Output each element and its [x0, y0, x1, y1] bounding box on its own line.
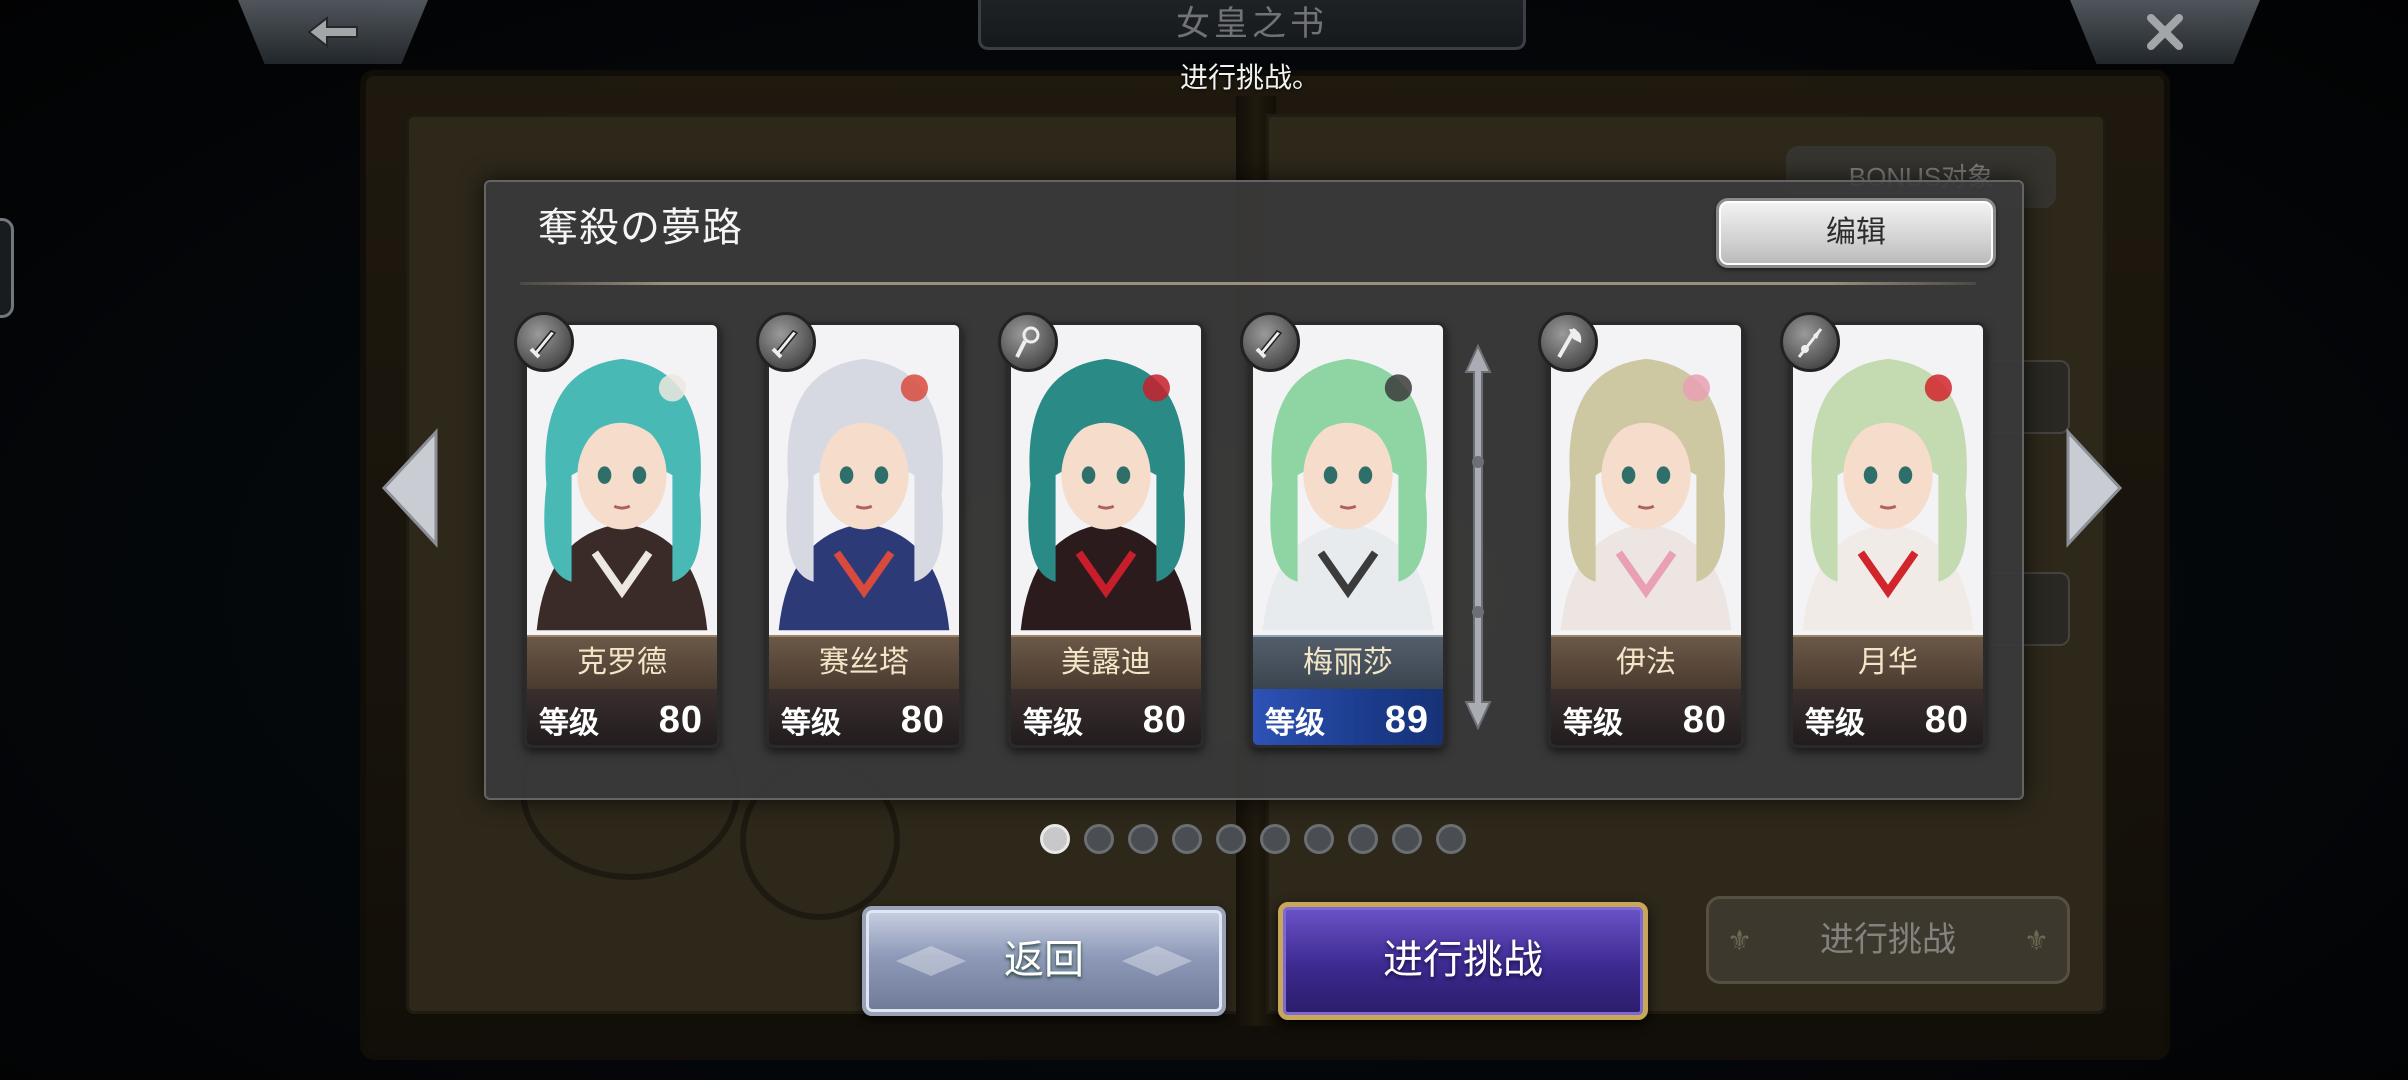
page-indicator: [1040, 824, 1466, 854]
character-level-bar: 等级 80: [527, 689, 717, 745]
page-dot[interactable]: [1304, 824, 1334, 854]
character-portrait: [1011, 325, 1201, 635]
spear-icon: [1797, 328, 1823, 358]
page-dot[interactable]: [1436, 824, 1466, 854]
page-dot[interactable]: [1172, 824, 1202, 854]
party-member-card[interactable]: 梅丽莎等级 89: [1250, 322, 1446, 748]
back-arrow-icon: [307, 15, 358, 49]
background-challenge-button: ⚜ 进行挑战 ⚜: [1706, 896, 2070, 984]
return-button-label: 返回: [1004, 938, 1084, 982]
character-portrait: [1253, 325, 1443, 635]
class-badge: [1240, 312, 1300, 372]
close-icon: [2147, 14, 2183, 50]
hint-text: 进行挑战。: [1179, 62, 1320, 93]
start-challenge-label: 进行挑战: [1383, 938, 1543, 982]
character-name: 克罗德: [527, 635, 717, 689]
party-member-card[interactable]: 赛丝塔等级 80: [766, 322, 962, 748]
book-title: 女皇之书: [978, 0, 1526, 50]
page-dot[interactable]: [1084, 824, 1114, 854]
sword-icon: [771, 330, 799, 359]
edit-button[interactable]: 编辑: [1716, 198, 1996, 268]
level-value: 89: [1384, 698, 1429, 741]
level-label: 等级: [1265, 707, 1325, 740]
character-level-bar: 等级 89: [1253, 689, 1443, 745]
party-panel: 奪殺の夢路 编辑 克罗德 等级 80 赛丝塔 等级 80 美露迪 等级 80 梅丽莎 等级 89 伊法等…: [484, 180, 2024, 800]
level-label: 等级: [1563, 707, 1623, 740]
class-badge: [756, 312, 816, 372]
character-name: 美露迪: [1011, 635, 1201, 689]
character-portrait-art: [1793, 329, 1983, 631]
page-dot[interactable]: [1348, 824, 1378, 854]
swap-divider-icon: [1464, 343, 1492, 731]
close-button[interactable]: [2070, 0, 2260, 64]
character-level-bar: 等级 80: [769, 689, 959, 745]
character-portrait-art: [769, 329, 959, 631]
axe-icon: [1557, 328, 1582, 358]
character-portrait: [1793, 325, 1983, 635]
ornament-icon: [1122, 946, 1192, 976]
party-title: 奪殺の夢路: [538, 206, 743, 250]
level-label: 等级: [781, 707, 841, 740]
previous-party-arrow-icon[interactable]: [378, 428, 442, 548]
ornament-icon: ⚜: [1727, 925, 1753, 956]
level-label: 等级: [539, 707, 599, 740]
character-portrait: [527, 325, 717, 635]
character-name: 赛丝塔: [769, 635, 959, 689]
party-member-card[interactable]: 美露迪等级 80: [1008, 322, 1204, 748]
class-badge: [514, 312, 574, 372]
page-dot[interactable]: [1216, 824, 1246, 854]
party-member-card[interactable]: 伊法等级 80: [1548, 322, 1744, 748]
character-level-bar: 等级 80: [1551, 689, 1741, 745]
level-value: 80: [658, 698, 703, 741]
ornament-icon: ⚜: [2023, 925, 2049, 956]
side-menu-tab[interactable]: [0, 218, 14, 318]
page-dot[interactable]: [1040, 824, 1070, 854]
party-member-card[interactable]: 克罗德等级 80: [524, 322, 720, 748]
level-label: 等级: [1023, 707, 1083, 740]
character-level-bar: 等级 80: [1011, 689, 1201, 745]
background-challenge-label: 进行挑战: [1820, 921, 1956, 959]
character-name: 梅丽莎: [1253, 635, 1443, 689]
class-badge: [1780, 312, 1840, 372]
level-label: 等级: [1805, 707, 1865, 740]
level-value: 80: [1682, 698, 1727, 741]
character-portrait-art: [1253, 329, 1443, 631]
character-portrait-art: [1011, 329, 1201, 631]
page-dot[interactable]: [1392, 824, 1422, 854]
character-portrait-art: [527, 329, 717, 631]
class-badge: [1538, 312, 1598, 372]
level-value: 80: [1924, 698, 1969, 741]
character-portrait: [1551, 325, 1741, 635]
party-member-card[interactable]: 月华等级 80: [1790, 322, 1986, 748]
level-value: 80: [900, 698, 945, 741]
ornament-icon: [896, 946, 966, 976]
level-value: 80: [1142, 698, 1187, 741]
panel-divider: [520, 282, 1976, 285]
character-portrait-art: [1551, 329, 1741, 631]
class-badge: [998, 312, 1058, 372]
staff-icon: [1015, 326, 1040, 358]
return-button[interactable]: 返回: [862, 906, 1226, 1016]
character-level-bar: 等级 80: [1793, 689, 1983, 745]
next-party-arrow-icon[interactable]: [2062, 428, 2126, 548]
page-dot[interactable]: [1260, 824, 1290, 854]
character-name: 月华: [1793, 635, 1983, 689]
character-name: 伊法: [1551, 635, 1741, 689]
start-challenge-button[interactable]: 进行挑战: [1278, 902, 1648, 1020]
sword-icon: [529, 330, 557, 359]
character-portrait: [769, 325, 959, 635]
page-dot[interactable]: [1128, 824, 1158, 854]
sword-icon: [1255, 330, 1283, 359]
back-arrow-button[interactable]: [238, 0, 428, 64]
